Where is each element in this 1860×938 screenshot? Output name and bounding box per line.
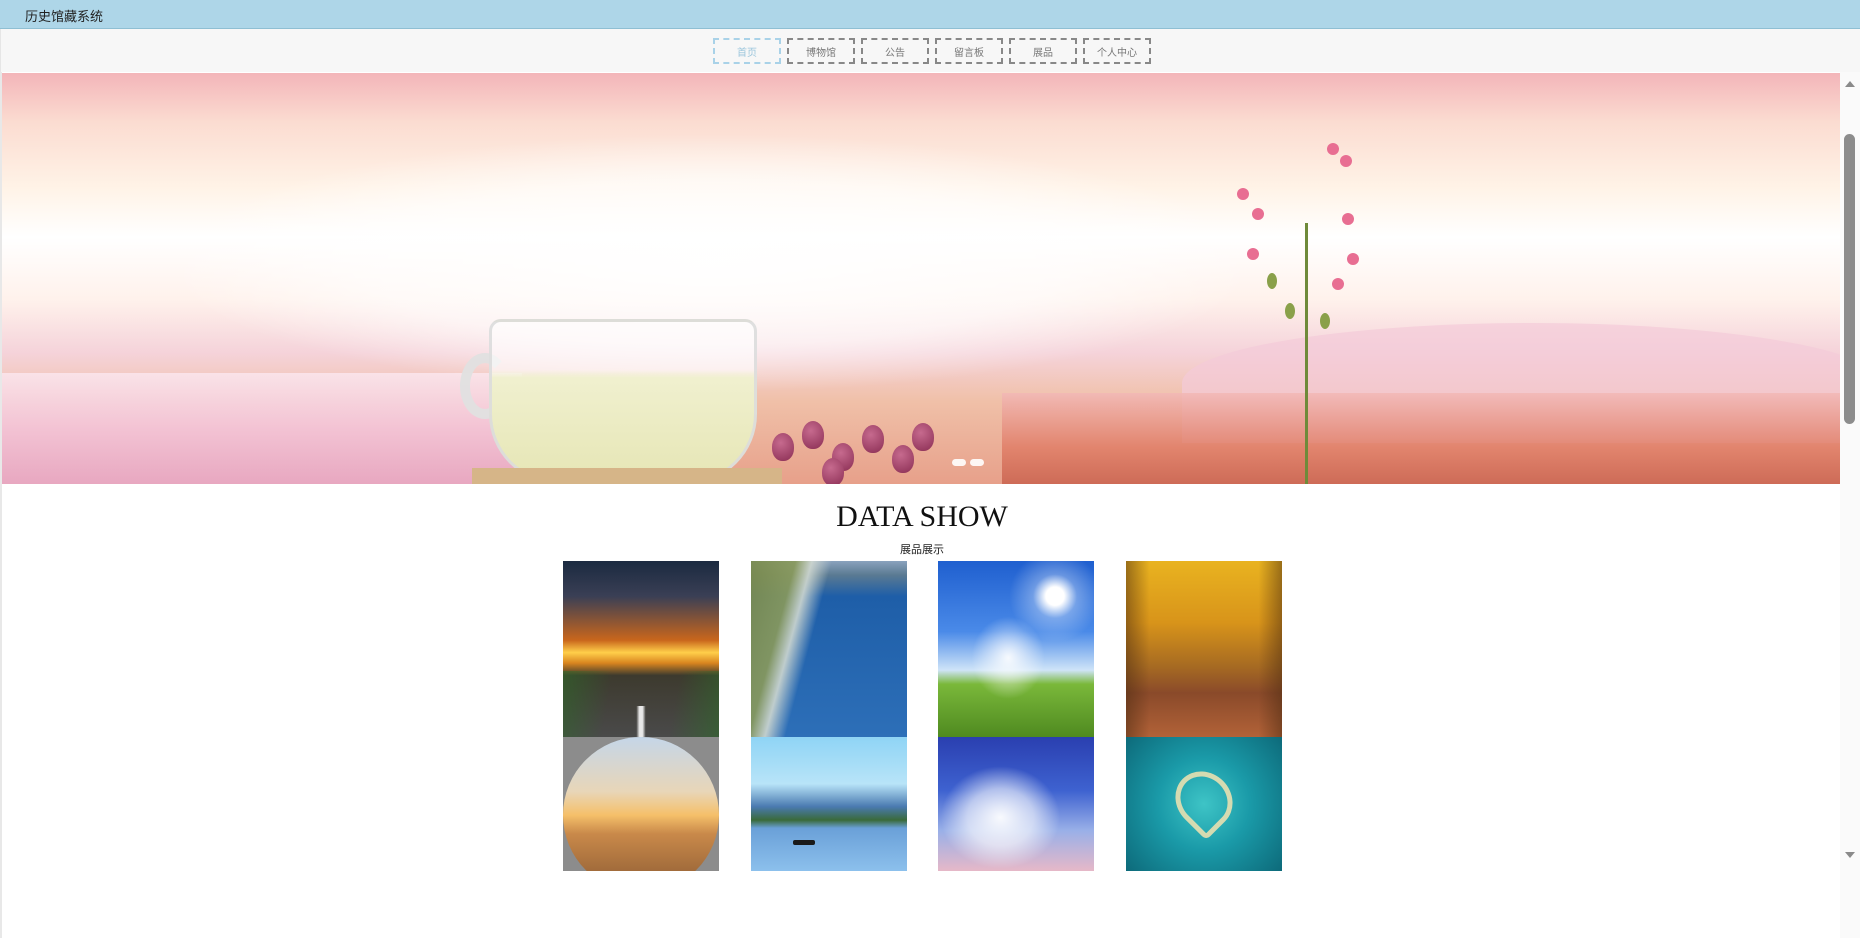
carousel-dot-2[interactable] — [970, 459, 984, 466]
scroll-thumb[interactable] — [1844, 134, 1855, 424]
section-title: DATA SHOW — [836, 500, 1008, 533]
section-subtitle: 展品展示 — [900, 543, 944, 556]
exhibit-tile-heart-island[interactable] — [1126, 737, 1282, 871]
banner-flower — [1327, 143, 1339, 155]
exhibit-tile-coastline[interactable] — [751, 561, 907, 737]
exhibit-tile-sky-grass[interactable] — [938, 561, 1094, 737]
banner-flower — [1342, 213, 1354, 225]
carousel-indicators — [952, 459, 984, 466]
nav-item-personal-center[interactable]: 个人中心 — [1083, 38, 1151, 64]
banner-tray — [472, 468, 782, 484]
exhibit-tile-sunset-road[interactable] — [563, 561, 719, 737]
banner-flower — [1237, 188, 1249, 200]
exhibit-tile-lake-boat[interactable] — [751, 737, 907, 871]
scroll-down-icon[interactable] — [1845, 852, 1855, 858]
nav-item-announcement[interactable]: 公告 — [861, 38, 929, 64]
banner-field-right — [1002, 393, 1840, 484]
exhibit-tile-autumn-avenue[interactable] — [1126, 561, 1282, 737]
main-content: DATA SHOW 展品展示 — [0, 72, 1840, 938]
banner-leaf — [1267, 273, 1277, 289]
banner-flower — [1347, 253, 1359, 265]
banner-flower — [1332, 278, 1344, 290]
nav-item-message-board[interactable]: 留言板 — [935, 38, 1003, 64]
banner-flower — [1247, 248, 1259, 260]
banner-carousel[interactable] — [2, 73, 1840, 484]
banner-rose-buds — [762, 413, 962, 484]
exhibit-tile-clouds[interactable] — [938, 737, 1094, 871]
vertical-scrollbar[interactable] — [1840, 72, 1860, 938]
app-title: 历史馆藏系统 — [25, 10, 104, 25]
banner-leaf — [1320, 313, 1330, 329]
banner-tea-cup — [489, 319, 757, 484]
nav-item-home[interactable]: 首页 — [713, 38, 781, 64]
nav-item-museum[interactable]: 博物馆 — [787, 38, 855, 64]
banner-flower — [1252, 208, 1264, 220]
carousel-dot-1[interactable] — [952, 459, 966, 466]
scroll-up-icon[interactable] — [1845, 81, 1855, 87]
banner-flower-stem — [1305, 223, 1308, 484]
banner-leaf — [1285, 303, 1295, 319]
main-nav: 首页 博物馆 公告 留言板 展品 个人中心 — [0, 29, 1860, 72]
nav-item-exhibits[interactable]: 展品 — [1009, 38, 1077, 64]
nav-items: 首页 博物馆 公告 留言板 展品 个人中心 — [713, 38, 1151, 64]
banner-flower-field — [2, 373, 522, 484]
banner-flower — [1340, 155, 1352, 167]
exhibit-tile-desert-circle[interactable] — [563, 737, 719, 871]
title-bar: 历史馆藏系统 — [0, 0, 1860, 29]
